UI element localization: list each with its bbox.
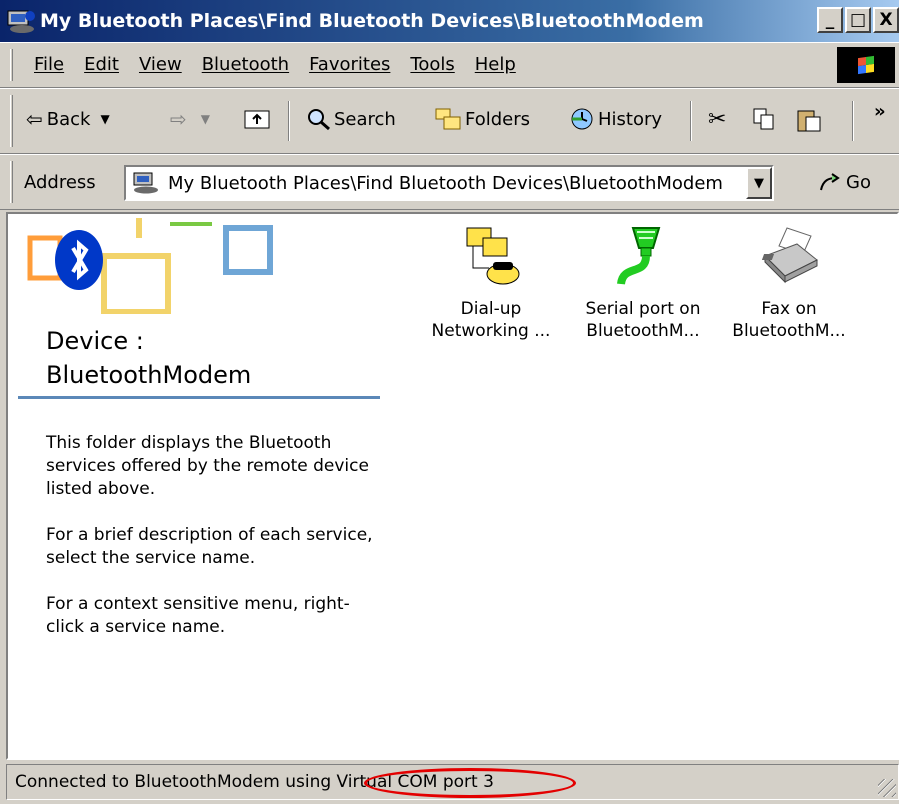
paste-icon [797, 110, 821, 132]
device-title-label: Device : [46, 327, 144, 355]
windows-logo-icon [837, 47, 895, 83]
history-icon [571, 108, 593, 130]
back-label: Back [46, 108, 91, 130]
menu-tools[interactable]: Tools [400, 54, 464, 75]
chevron-down-icon: ▼ [754, 175, 764, 191]
folders-button[interactable]: Folders [434, 107, 530, 131]
copy-icon [753, 108, 774, 130]
address-dropdown-button[interactable]: ▼ [746, 167, 772, 199]
standard-toolbar: ⇦ Back ▼ ⇨ ▼ Search Folders History ✂ » [0, 88, 899, 154]
dial-up-networking-icon [459, 224, 523, 290]
search-button[interactable]: Search [306, 107, 396, 131]
toolbar-grip[interactable] [10, 95, 13, 147]
folder-content-pane: Device : BluetoothModem This folder disp… [6, 212, 899, 760]
toolbar-separator [288, 101, 290, 141]
go-label: Go [846, 171, 871, 193]
chevron-down-icon[interactable]: ▼ [201, 112, 210, 126]
maximize-button[interactable]: □ [845, 7, 871, 33]
minimize-button[interactable]: _ [817, 7, 843, 33]
scissors-icon: ✂ [708, 107, 727, 132]
bluetooth-banner-graphic [18, 218, 288, 315]
history-button[interactable]: History [568, 107, 662, 131]
menu-help[interactable]: Help [465, 54, 526, 75]
address-bar: Address My Bluetooth Places\Find Bluetoo… [0, 154, 899, 210]
toolbar-grip[interactable] [10, 49, 13, 81]
serial-port-icon [611, 224, 675, 290]
address-label: Address [24, 172, 96, 193]
menu-bar: File Edit View Bluetooth Favorites Tools… [0, 42, 899, 88]
resize-grip[interactable] [878, 779, 896, 797]
service-label-line2: Networking ... [431, 321, 551, 341]
folders-label: Folders [465, 108, 531, 130]
up-folder-button[interactable] [244, 107, 270, 129]
toolbar-overflow-button[interactable]: » [874, 101, 886, 122]
back-button[interactable]: ⇦ Back ▼ [26, 107, 110, 131]
status-bar: Connected to BluetoothModem using Virtua… [6, 764, 899, 800]
up-folder-icon [244, 110, 270, 129]
bluetooth-places-icon [133, 172, 158, 194]
back-arrow-icon: ⇦ [26, 107, 43, 131]
toolbar-separator [852, 101, 854, 141]
service-label-line1: Serial port on [585, 299, 701, 319]
description-paragraph: This folder displays the Bluetooth servi… [46, 433, 369, 499]
service-label-line1: Dial-up [460, 299, 522, 319]
address-input[interactable]: My Bluetooth Places\Find Bluetooth Devic… [124, 165, 774, 201]
device-heading: Device : BluetoothModem [46, 324, 251, 392]
title-bar[interactable]: My Bluetooth Places\Find Bluetooth Devic… [0, 0, 899, 42]
highlight-annotation [364, 768, 576, 798]
bluetooth-places-icon [6, 8, 36, 34]
service-label-line1: Fax on [761, 299, 817, 319]
device-name: BluetoothModem [46, 361, 252, 389]
window-controls: _ □ X [817, 7, 899, 33]
folder-description: This folder displays the Bluetooth servi… [46, 432, 376, 662]
history-label: History [598, 108, 663, 130]
heading-divider [18, 396, 380, 399]
forward-arrow-icon: ⇨ [170, 107, 187, 131]
menu-file[interactable]: File [24, 54, 74, 75]
service-label-line2: BluetoothM... [586, 321, 700, 341]
fax-icon [757, 224, 821, 290]
service-item-fax[interactable]: Fax on BluetoothM... [714, 224, 864, 342]
menu-bluetooth[interactable]: Bluetooth [192, 54, 299, 75]
menu-view[interactable]: View [129, 54, 192, 75]
search-icon [308, 109, 330, 131]
cut-button[interactable]: ✂ [708, 107, 726, 132]
menu-list: File Edit View Bluetooth Favorites Tools… [24, 54, 526, 75]
toolbar-separator [690, 101, 692, 141]
toolbar-grip[interactable] [10, 161, 13, 203]
go-button[interactable]: Go [818, 171, 871, 193]
go-arrow-icon [820, 173, 840, 191]
paste-button[interactable] [796, 107, 822, 133]
menu-edit[interactable]: Edit [74, 54, 129, 75]
chevron-down-icon[interactable]: ▼ [100, 112, 109, 126]
description-paragraph: For a context sensitive menu, right-clic… [46, 594, 350, 637]
menu-favorites[interactable]: Favorites [299, 54, 400, 75]
window-title: My Bluetooth Places\Find Bluetooth Devic… [40, 10, 704, 32]
address-value: My Bluetooth Places\Find Bluetooth Devic… [168, 172, 723, 194]
folders-icon [435, 108, 461, 130]
close-button[interactable]: X [873, 7, 899, 33]
service-item-serial-port[interactable]: Serial port on BluetoothM... [568, 224, 718, 342]
search-label: Search [334, 108, 396, 130]
service-label-line2: BluetoothM... [732, 321, 846, 341]
forward-button[interactable]: ⇨ ▼ [170, 107, 210, 131]
copy-button[interactable] [752, 107, 776, 131]
description-paragraph: For a brief description of each service,… [46, 525, 373, 568]
service-item-dial-up[interactable]: Dial-up Networking ... [416, 224, 566, 342]
